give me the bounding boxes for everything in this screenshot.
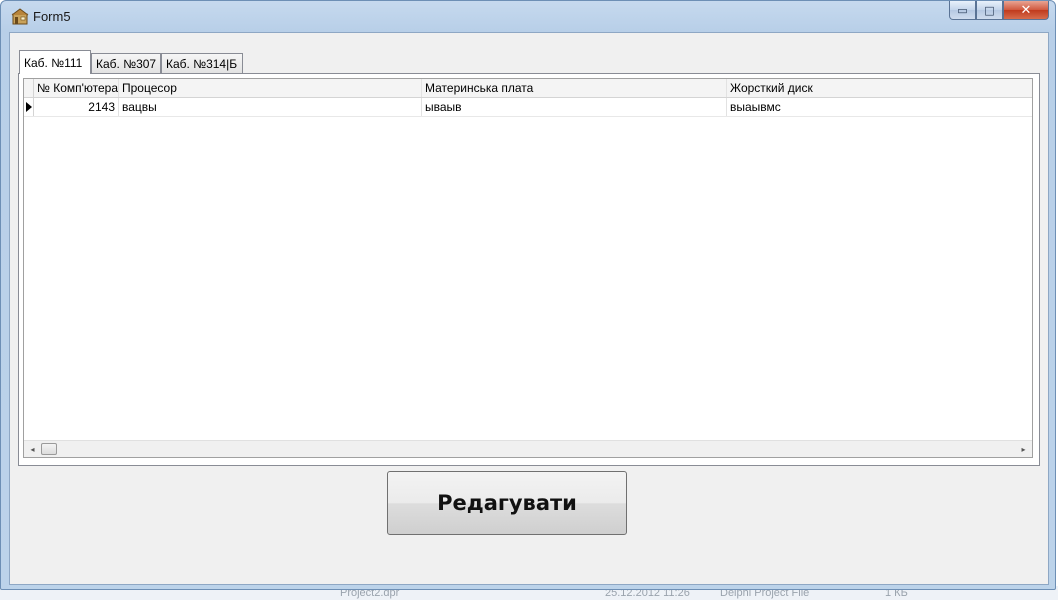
current-row-arrow-icon	[26, 102, 32, 112]
header-indicator-cell	[24, 79, 34, 97]
cell-number[interactable]: 2143	[34, 98, 119, 116]
maximize-button[interactable]: □	[976, 1, 1003, 20]
column-header-number[interactable]: № Комп'ютера	[34, 79, 119, 97]
edit-button[interactable]: Редагувати	[387, 471, 627, 535]
row-indicator	[24, 98, 34, 116]
cell-processor[interactable]: вацвы	[119, 98, 422, 116]
window-title: Form5	[33, 9, 71, 24]
client-area: Каб. №111 Каб. №307 Каб. №314|Б № Комп'ю…	[9, 32, 1049, 585]
column-header-motherboard[interactable]: Материнська плата	[422, 79, 727, 97]
close-button[interactable]: ✕	[1003, 1, 1049, 20]
tab-room-111[interactable]: Каб. №111	[19, 50, 91, 74]
caption-buttons: ▭ □ ✕	[949, 1, 1049, 22]
form-window: Form5 ▭ □ ✕ Каб. №111 Каб. №307 Каб. №31…	[0, 0, 1056, 590]
cell-hdd[interactable]: выаывмс	[727, 98, 1032, 116]
column-header-hdd[interactable]: Жорсткий диск	[727, 79, 1032, 97]
column-header-processor[interactable]: Процесор	[119, 79, 422, 97]
grid-header: № Комп'ютера Процесор Материнська плата …	[24, 79, 1032, 98]
horizontal-scrollbar[interactable]: ◂ ▸	[24, 440, 1032, 457]
title-bar[interactable]: Form5 ▭ □ ✕	[1, 1, 1055, 33]
maximize-icon: □	[984, 3, 995, 17]
minimize-icon: ▭	[957, 3, 968, 17]
tab-room-314b[interactable]: Каб. №314|Б	[161, 53, 243, 73]
tab-panel: № Комп'ютера Процесор Материнська плата …	[18, 73, 1040, 466]
scroll-thumb[interactable]	[41, 443, 57, 455]
scroll-left-arrow-icon[interactable]: ◂	[24, 441, 41, 457]
table-row[interactable]: 2143 вацвы ываыв выаывмс	[24, 98, 1032, 117]
minimize-button[interactable]: ▭	[949, 1, 976, 20]
close-icon: ✕	[1020, 2, 1032, 18]
app-icon	[11, 8, 29, 25]
computers-grid[interactable]: № Комп'ютера Процесор Материнська плата …	[23, 78, 1033, 458]
cell-motherboard[interactable]: ываыв	[422, 98, 727, 116]
tab-room-307[interactable]: Каб. №307	[91, 53, 161, 73]
scroll-right-arrow-icon[interactable]: ▸	[1015, 441, 1032, 457]
